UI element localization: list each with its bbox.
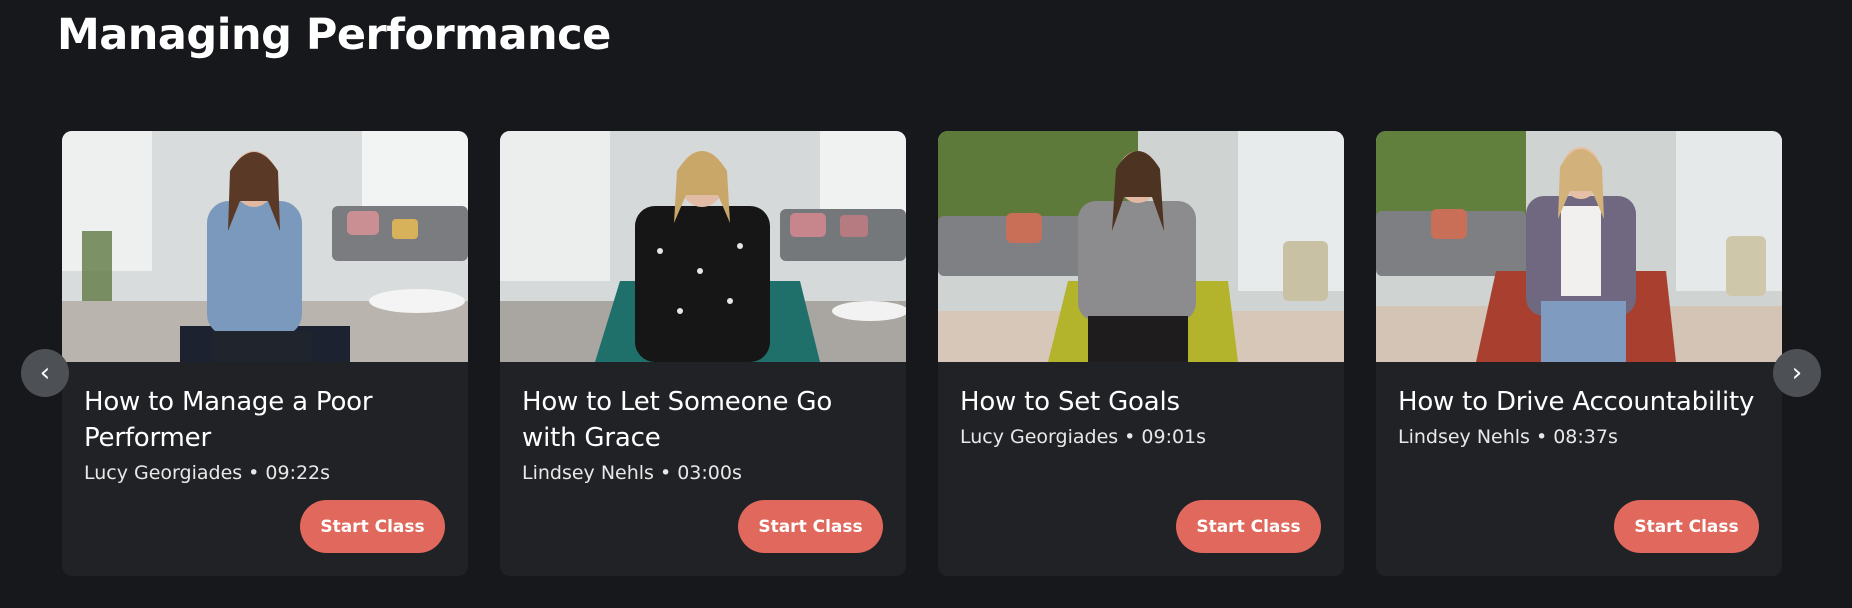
start-class-button[interactable]: Start Class xyxy=(1614,500,1759,553)
start-class-button[interactable]: Start Class xyxy=(300,500,445,553)
carousel-next-button[interactable]: › xyxy=(1773,349,1821,397)
chevron-left-icon: ‹ xyxy=(39,358,51,388)
class-meta: Lucy Georgiades • 09:22s xyxy=(84,462,454,484)
class-title[interactable]: How to Set Goals xyxy=(960,384,1330,420)
class-card-body: How to Manage a Poor Performer Lucy Geor… xyxy=(84,384,454,484)
separator-dot: • xyxy=(1124,426,1136,448)
class-title[interactable]: How to Let Someone Go with Grace xyxy=(522,384,892,456)
instructor-name: Lucy Georgiades xyxy=(960,426,1119,448)
class-card[interactable]: How to Manage a Poor Performer Lucy Geor… xyxy=(62,131,468,576)
class-duration: 03:00s xyxy=(677,462,742,484)
class-thumbnail-poor-performer[interactable] xyxy=(62,131,468,362)
class-meta: Lindsey Nehls • 08:37s xyxy=(1398,426,1768,448)
class-card-body: How to Set Goals Lucy Georgiades • 09:01s xyxy=(960,384,1330,448)
class-title[interactable]: How to Drive Accountability xyxy=(1398,384,1768,420)
class-card[interactable]: How to Set Goals Lucy Georgiades • 09:01s … xyxy=(938,131,1344,576)
class-title[interactable]: How to Manage a Poor Performer xyxy=(84,384,454,456)
chevron-right-icon: › xyxy=(1791,358,1803,388)
class-carousel: How to Manage a Poor Performer Lucy Geor… xyxy=(0,131,1852,577)
start-class-button[interactable]: Start Class xyxy=(1176,500,1321,553)
separator-dot: • xyxy=(659,462,672,484)
class-thumbnail-let-go[interactable] xyxy=(500,131,906,362)
class-card[interactable]: How to Let Someone Go with Grace Lindsey… xyxy=(500,131,906,576)
class-meta: Lucy Georgiades • 09:01s xyxy=(960,426,1330,448)
class-card-body: How to Let Someone Go with Grace Lindsey… xyxy=(522,384,892,484)
class-thumbnail-set-goals[interactable] xyxy=(938,131,1344,362)
class-duration: 09:01s xyxy=(1141,426,1207,448)
separator-dot: • xyxy=(1535,426,1548,448)
carousel-prev-button[interactable]: ‹ xyxy=(21,349,69,397)
start-class-button[interactable]: Start Class xyxy=(738,500,883,553)
instructor-name: Lindsey Nehls xyxy=(1398,426,1530,448)
class-meta: Lindsey Nehls • 03:00s xyxy=(522,462,892,484)
instructor-name: Lucy Georgiades xyxy=(84,462,243,484)
class-card[interactable]: How to Drive Accountability Lindsey Nehl… xyxy=(1376,131,1782,576)
class-card-body: How to Drive Accountability Lindsey Nehl… xyxy=(1398,384,1768,448)
class-duration: 09:22s xyxy=(265,462,331,484)
separator-dot: • xyxy=(248,462,260,484)
section-title: Managing Performance xyxy=(57,10,611,60)
class-duration: 08:37s xyxy=(1553,426,1618,448)
managing-performance-section: Managing Performance How to Manage a Poo… xyxy=(0,0,1852,608)
class-thumbnail-drive-accountability[interactable] xyxy=(1376,131,1782,362)
instructor-name: Lindsey Nehls xyxy=(522,462,654,484)
